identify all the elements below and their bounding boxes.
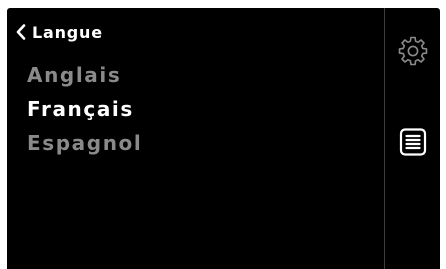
back-button[interactable]: Langue <box>16 20 103 44</box>
settings-button[interactable] <box>398 36 428 66</box>
list-view-button[interactable] <box>398 127 428 157</box>
menu-title: Langue <box>32 22 103 42</box>
list-icon <box>398 127 428 157</box>
language-list: Anglais Français Espagnol <box>27 60 142 162</box>
language-option-espagnol[interactable]: Espagnol <box>27 128 142 162</box>
language-menu-panel: Langue Anglais Français Espagnol <box>7 8 384 269</box>
language-option-anglais[interactable]: Anglais <box>27 60 142 94</box>
gear-icon <box>398 36 428 66</box>
side-toolbar <box>385 8 440 269</box>
chevron-left-icon <box>16 24 26 40</box>
language-option-francais[interactable]: Français <box>27 94 142 128</box>
device-screen: Langue Anglais Français Espagnol <box>7 8 440 269</box>
